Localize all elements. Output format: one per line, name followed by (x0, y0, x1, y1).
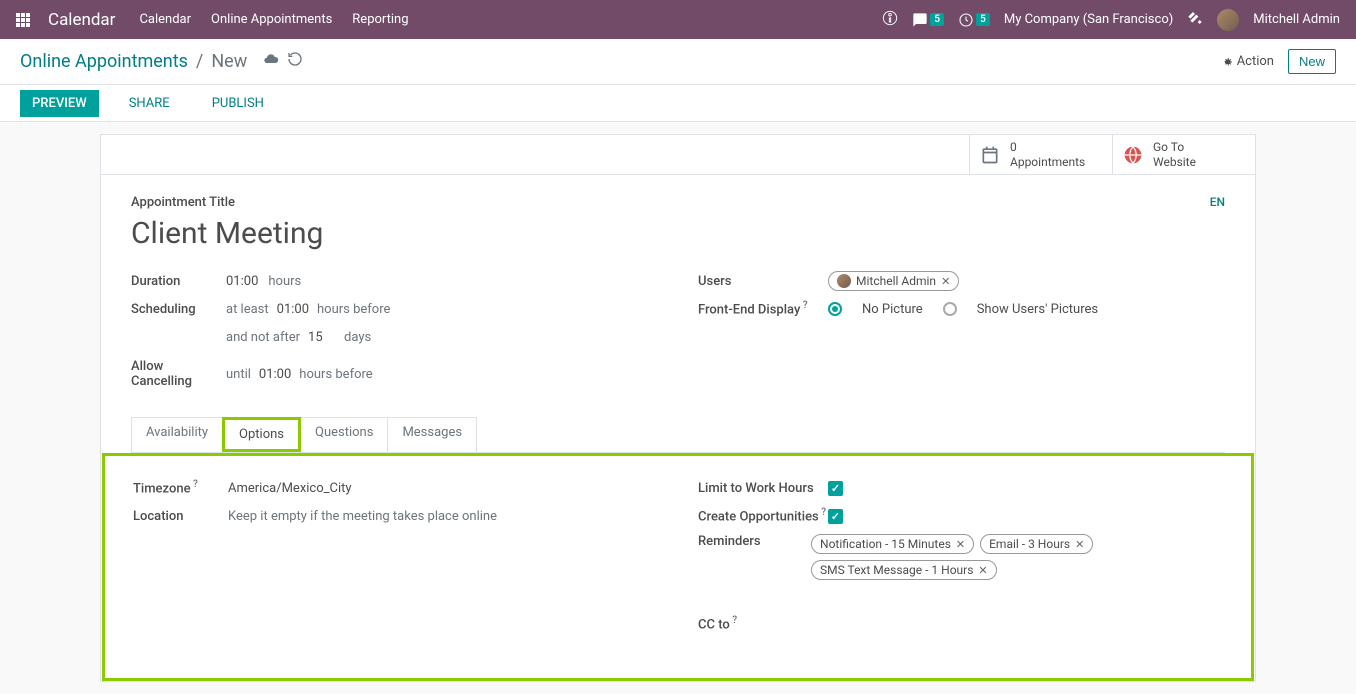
radio-show-pics-label: Show Users' Pictures (977, 302, 1098, 317)
crumb-sep: / (196, 51, 203, 72)
cancel-unit: hours before (299, 367, 372, 382)
tag-remove-icon[interactable]: ✕ (1075, 538, 1084, 551)
timezone-value[interactable]: America/Mexico_City (228, 481, 352, 496)
tab-availability[interactable]: Availability (131, 417, 223, 452)
sched-unit1: hours before (317, 302, 390, 317)
tab-preview[interactable]: PREVIEW (20, 90, 99, 117)
calendar-icon (980, 145, 1000, 165)
reminder-tag[interactable]: SMS Text Message - 1 Hours✕ (811, 560, 997, 580)
user-tag[interactable]: Mitchell Admin ✕ (828, 271, 959, 291)
sched-at-least-value[interactable]: 01:00 (277, 302, 309, 317)
cc-to-label: CC to ? (698, 615, 828, 632)
top-nav: Calendar Online Appointments Reporting (139, 12, 408, 27)
create-opp-checkbox[interactable] (828, 509, 843, 524)
cancel-value[interactable]: 01:00 (259, 367, 291, 382)
reminder-tag[interactable]: Notification - 15 Minutes✕ (811, 534, 974, 554)
sched-at-least: at least (226, 302, 269, 317)
crumb-current: New (211, 51, 247, 72)
tab-share[interactable]: SHARE (117, 90, 182, 117)
globe-icon (1123, 145, 1143, 165)
tab-questions[interactable]: Questions (300, 417, 388, 452)
location-label: Location (133, 509, 228, 524)
company-name[interactable]: My Company (San Francisco) (1004, 12, 1173, 27)
topbar-right: 5 5 My Company (San Francisco) Mitchell … (882, 9, 1340, 31)
reminder-tag[interactable]: Email - 3 Hours✕ (980, 534, 1093, 554)
nav-online-appointments[interactable]: Online Appointments (211, 12, 332, 27)
title-value[interactable]: Client Meeting (131, 216, 323, 251)
messages-badge: 5 (930, 13, 944, 26)
inner-tabs: Availability Options Questions Messages (131, 417, 1225, 453)
sched-unit2: days (344, 330, 371, 345)
limit-work-hours-checkbox[interactable] (828, 481, 843, 496)
tag-remove-icon[interactable]: ✕ (978, 564, 987, 577)
cancel-label: Allow Cancelling (131, 359, 226, 389)
create-opp-label: Create Opportunities ? (698, 507, 828, 524)
options-panel: Timezone ? America/Mexico_City Location … (102, 453, 1254, 681)
tab-options[interactable]: Options (222, 417, 301, 452)
brand-name: Calendar (48, 10, 115, 30)
stat-appointments[interactable]: 0 Appointments (969, 135, 1112, 174)
action-menu[interactable]: Action (1221, 54, 1274, 69)
goto-line2: Website (1153, 155, 1196, 169)
nav-reporting[interactable]: Reporting (352, 12, 408, 27)
cancel-until: until (226, 367, 251, 382)
user-tag-remove-icon[interactable]: ✕ (941, 275, 950, 288)
duration-label: Duration (131, 274, 226, 289)
goto-line1: Go To (1153, 140, 1196, 154)
stat-row: 0 Appointments Go To Website (101, 135, 1255, 175)
user-tag-name: Mitchell Admin (856, 274, 936, 288)
user-tag-avatar (837, 274, 851, 288)
location-input[interactable]: Keep it empty if the meeting takes place… (228, 509, 497, 524)
apps-icon[interactable] (16, 13, 30, 27)
subheader: Online Appointments / New Action New (0, 39, 1356, 85)
duration-unit: hours (268, 274, 301, 289)
tab-publish[interactable]: PUBLISH (200, 90, 276, 117)
radio-show-pics[interactable] (943, 302, 957, 316)
users-label: Users (698, 274, 828, 289)
appt-count: 0 (1010, 140, 1085, 154)
topbar: Calendar Calendar Online Appointments Re… (0, 0, 1356, 39)
tag-remove-icon[interactable]: ✕ (956, 538, 965, 551)
duration-value[interactable]: 01:00 (226, 274, 258, 289)
crumb-root[interactable]: Online Appointments (20, 51, 188, 72)
tab-messages[interactable]: Messages (387, 417, 477, 452)
view-tabbar: PREVIEW SHARE PUBLISH (0, 85, 1356, 122)
discard-icon[interactable] (287, 51, 303, 72)
frontend-label: Front-End Display ? (698, 300, 828, 317)
sched-not-after: and not after (226, 330, 300, 345)
user-avatar[interactable] (1217, 9, 1239, 31)
timezone-label: Timezone ? (133, 479, 228, 496)
messages-icon[interactable]: 5 (912, 12, 944, 28)
title-label: Appointment Title (131, 195, 323, 210)
limit-work-hours-label: Limit to Work Hours (698, 481, 828, 496)
new-button[interactable]: New (1288, 49, 1336, 74)
radio-no-picture-label: No Picture (862, 302, 923, 317)
reminders-label: Reminders (698, 534, 811, 549)
stat-goto-website[interactable]: Go To Website (1112, 135, 1255, 174)
settings-icon[interactable] (1187, 10, 1203, 30)
subheader-actions: Action New (1221, 49, 1336, 74)
nav-calendar[interactable]: Calendar (139, 12, 191, 27)
save-cloud-icon[interactable] (263, 51, 279, 72)
appt-label: Appointments (1010, 155, 1085, 169)
activities-badge: 5 (976, 13, 990, 26)
form-body: Appointment Title Client Meeting EN Dura… (101, 175, 1255, 399)
scheduling-label: Scheduling (131, 302, 226, 317)
breadcrumb: Online Appointments / New (20, 51, 303, 72)
radio-no-picture[interactable] (828, 302, 842, 316)
activities-icon[interactable]: 5 (958, 12, 990, 28)
reminder-tags[interactable]: Notification - 15 Minutes✕ Email - 3 Hou… (811, 534, 1223, 580)
user-name[interactable]: Mitchell Admin (1253, 12, 1340, 27)
lang-badge[interactable]: EN (1210, 195, 1225, 209)
topbar-left: Calendar Calendar Online Appointments Re… (16, 10, 409, 30)
help-icon[interactable] (882, 10, 898, 30)
content: 0 Appointments Go To Website Appointment… (0, 122, 1356, 694)
sched-not-after-value[interactable]: 15 (308, 330, 336, 345)
